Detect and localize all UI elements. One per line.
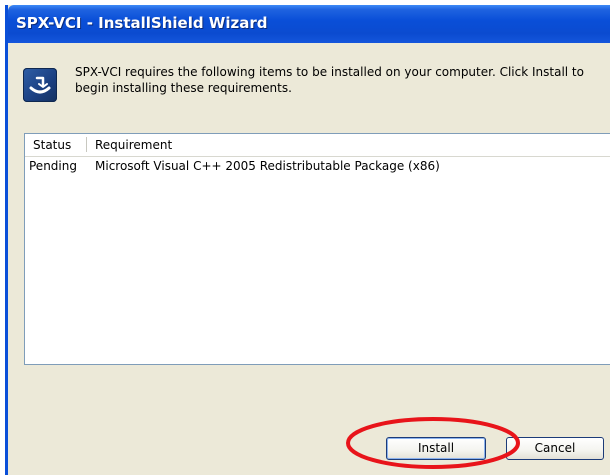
requirements-list[interactable]: Status Requirement Pending Microsoft Vis… xyxy=(24,133,610,365)
column-separator[interactable] xyxy=(86,137,87,152)
installer-box-icon xyxy=(23,68,57,102)
column-header-requirement[interactable]: Requirement xyxy=(95,138,172,152)
cancel-button[interactable]: Cancel xyxy=(506,437,604,460)
requirement-cell: Microsoft Visual C++ 2005 Redistributabl… xyxy=(95,159,440,173)
title-bar[interactable]: SPX-VCI - InstallShield Wizard xyxy=(8,5,610,43)
list-item[interactable]: Pending Microsoft Visual C++ 2005 Redist… xyxy=(25,158,610,176)
window-title: SPX-VCI - InstallShield Wizard xyxy=(16,14,268,32)
installshield-window: SPX-VCI - InstallShield Wizard SPX-VCI r… xyxy=(5,5,610,475)
list-header: Status Requirement xyxy=(25,134,610,157)
column-header-status[interactable]: Status xyxy=(33,138,71,152)
status-cell: Pending xyxy=(29,159,77,173)
install-button[interactable]: Install xyxy=(386,437,486,460)
requirements-message: SPX-VCI requires the following items to … xyxy=(75,65,584,95)
